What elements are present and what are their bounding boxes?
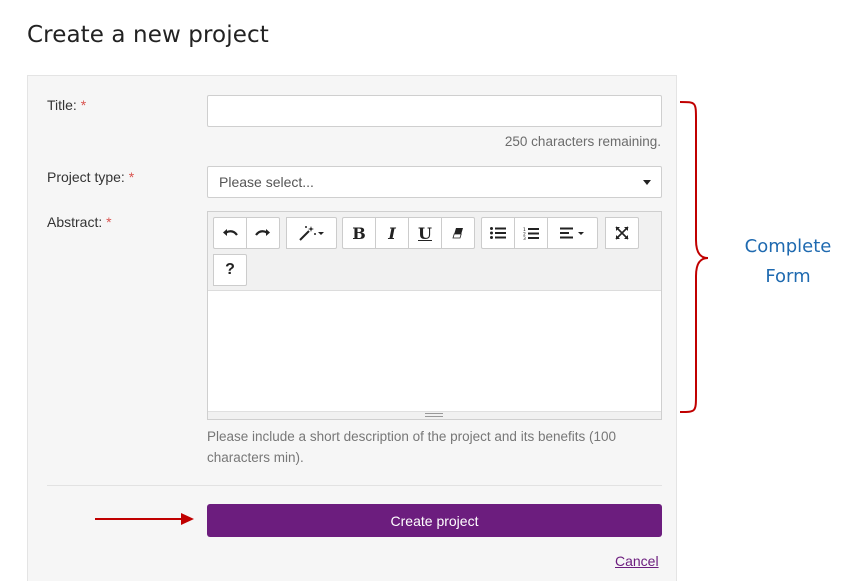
project-type-label-text: Project type:: [47, 169, 125, 185]
editor-toolbar: B I U 123 ?: [208, 212, 661, 291]
abstract-editor: B I U 123 ?: [207, 211, 662, 420]
fullscreen-icon: [615, 226, 629, 240]
align-icon: [559, 227, 584, 239]
underline-icon: U: [418, 223, 432, 243]
unordered-list-icon: [490, 227, 506, 239]
required-mark: *: [106, 214, 112, 230]
editor-resize-handle[interactable]: [208, 411, 661, 419]
align-button[interactable]: [547, 217, 598, 249]
project-type-label: Project type: *: [47, 169, 134, 185]
abstract-textarea[interactable]: [208, 291, 661, 412]
svg-text:3: 3: [523, 236, 526, 240]
fullscreen-button[interactable]: [605, 217, 639, 249]
undo-icon: [223, 229, 238, 236]
view-group: [605, 217, 639, 249]
abstract-label: Abstract: *: [47, 214, 112, 230]
undo-button[interactable]: [213, 217, 247, 249]
create-project-button[interactable]: Create project: [207, 504, 662, 537]
bold-button[interactable]: B: [342, 217, 376, 249]
cancel-link[interactable]: Cancel: [615, 553, 659, 569]
paragraph-group: 123: [481, 217, 598, 249]
help-icon: ?: [225, 261, 235, 278]
bold-icon: B: [352, 223, 366, 243]
magic-wand-button[interactable]: [286, 217, 337, 249]
caret-down-icon: [643, 180, 651, 185]
page-title: Create a new project: [27, 22, 269, 48]
complete-form-annotation: Complete Form: [744, 236, 832, 287]
eraser-button[interactable]: [441, 217, 475, 249]
project-form: Title: * 250 characters remaining. Proje…: [27, 75, 677, 581]
arrow-annotation: [95, 513, 194, 525]
magic-wand-icon: [298, 226, 324, 241]
help-group: ?: [213, 254, 247, 286]
grip-icon: [425, 413, 443, 417]
italic-button[interactable]: I: [375, 217, 409, 249]
title-label: Title: *: [47, 97, 86, 113]
title-label-text: Title:: [47, 97, 77, 113]
bracket-annotation: [679, 101, 709, 413]
redo-button[interactable]: [246, 217, 280, 249]
project-type-select[interactable]: Please select...: [207, 166, 662, 198]
required-mark: *: [128, 169, 135, 185]
form-divider: [47, 485, 662, 486]
title-input[interactable]: [207, 95, 662, 127]
italic-icon: I: [388, 223, 396, 243]
project-type-selected: Please select...: [219, 174, 314, 190]
abstract-label-text: Abstract:: [47, 214, 103, 230]
required-mark: *: [80, 97, 87, 113]
redo-icon: [255, 229, 270, 236]
underline-button[interactable]: U: [408, 217, 442, 249]
help-button[interactable]: ?: [213, 254, 247, 286]
font-group: B I U: [342, 217, 475, 249]
style-group: [286, 217, 337, 249]
history-group: [213, 217, 280, 249]
characters-remaining: 250 characters remaining.: [504, 134, 661, 149]
ordered-list-button[interactable]: 123: [514, 217, 548, 249]
eraser-icon: [452, 228, 463, 239]
abstract-help-text: Please include a short description of th…: [207, 429, 616, 465]
unordered-list-button[interactable]: [481, 217, 515, 249]
ordered-list-icon: 123: [523, 227, 539, 240]
